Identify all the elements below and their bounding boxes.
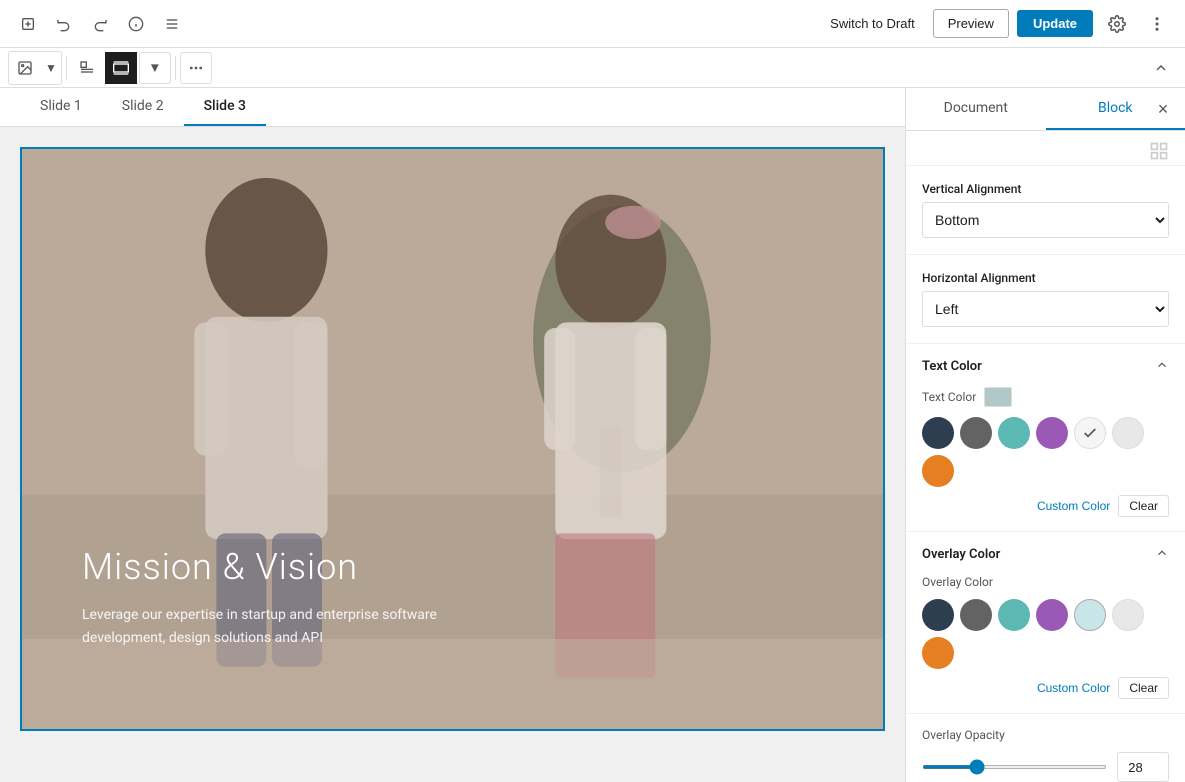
more-options-button[interactable] [1141,8,1173,40]
text-color-label-row: Text Color [922,387,1169,407]
overlay-swatch-orange[interactable] [922,637,954,669]
vertical-alignment-select[interactable]: Top Center Bottom [922,202,1169,238]
text-color-clear-btn[interactable]: Clear [1118,495,1169,517]
toolbar-divider-2 [175,56,176,80]
slide-image-container: Mission & Vision Leverage our expertise … [22,149,883,729]
text-swatch-orange[interactable] [922,455,954,487]
close-icon: × [1158,99,1169,120]
slide-text-overlay: Mission & Vision Leverage our expertise … [82,546,502,649]
tab-document[interactable]: Document [906,88,1046,130]
overlay-opacity-slider[interactable] [922,765,1107,769]
update-button[interactable]: Update [1017,10,1093,37]
editor-area: Slide 1 Slide 2 Slide 3 [0,88,905,782]
overlay-swatch-light-teal[interactable] [1074,599,1106,631]
overlay-color-header: Overlay Color [922,546,1169,563]
toolbar-divider-1 [66,56,67,80]
overlay-color-section: Overlay Color Overlay Color [906,532,1185,714]
slide-tab-1[interactable]: Slide 1 [20,88,102,126]
sidebar-close-button[interactable]: × [1149,95,1177,123]
text-color-section: Text Color Text Color [906,344,1185,532]
slide-title: Mission & Vision [82,546,502,588]
horizontal-alignment-label: Horizontal Alignment [922,271,1169,285]
text-color-section-title: Text Color [922,359,982,374]
block-options-btn[interactable] [180,52,212,84]
overlay-color-swatches [922,599,1169,669]
overlay-color-label-row: Overlay Color [922,575,1169,589]
slide-tabs: Slide 1 Slide 2 Slide 3 [0,88,905,127]
slide-content: Mission & Vision Leverage our expertise … [20,147,885,731]
top-toolbar: Switch to Draft Preview Update [0,0,1185,48]
overlay-opacity-label: Overlay Opacity [922,728,1169,742]
text-color-label: Text Color [922,390,976,404]
collapse-toolbar-btn[interactable] [1145,52,1177,84]
sidebar-tabs: Document Block × [906,88,1185,131]
text-swatch-white[interactable] [1112,417,1144,449]
vertical-alignment-section: Vertical Alignment Top Center Bottom [906,166,1185,255]
sidebar-content: Vertical Alignment Top Center Bottom Hor… [906,131,1185,782]
overlay-color-clear-btn[interactable]: Clear [1118,677,1169,699]
slide-background: Mission & Vision Leverage our expertise … [22,149,883,729]
overlay-opacity-row [922,752,1169,782]
text-color-header: Text Color [922,358,1169,375]
add-block-button[interactable] [12,8,44,40]
redo-button[interactable] [84,8,116,40]
horizontal-alignment-section: Horizontal Alignment Left Center Right [906,255,1185,344]
top-right-actions: Switch to Draft Preview Update [820,8,1173,40]
block-toolbar: ▼ ▼ [0,48,1185,88]
text-color-custom-row: Custom Color Clear [922,495,1169,517]
overlay-swatch-teal[interactable] [998,599,1030,631]
undo-button[interactable] [48,8,80,40]
text-swatch-dark-blue[interactable] [922,417,954,449]
overlay-color-label: Overlay Color [922,575,993,589]
text-swatch-teal[interactable] [998,417,1030,449]
preview-button[interactable]: Preview [933,9,1009,38]
overlay-swatch-white[interactable] [1112,599,1144,631]
align-none-btn[interactable] [71,52,103,84]
overlay-swatch-gray[interactable] [960,599,992,631]
text-swatch-gray[interactable] [960,417,992,449]
main-area: Slide 1 Slide 2 Slide 3 [0,88,1185,782]
text-color-preview[interactable] [984,387,1012,407]
slide-tab-2[interactable]: Slide 2 [102,88,184,126]
vertical-alignment-label: Vertical Alignment [922,182,1169,196]
overlay-color-custom-row: Custom Color Clear [922,677,1169,699]
overlay-opacity-input[interactable] [1117,752,1169,782]
info-button[interactable] [120,8,152,40]
horizontal-alignment-select[interactable]: Left Center Right [922,291,1169,327]
overlay-color-section-title: Overlay Color [922,547,1000,562]
overlay-color-collapse-btn[interactable] [1155,546,1169,563]
list-view-button[interactable] [156,8,188,40]
overlay-opacity-section: Overlay Opacity [906,714,1185,782]
image-block-btn[interactable] [9,52,41,84]
text-swatch-check[interactable] [1074,417,1106,449]
switch-to-draft-button[interactable]: Switch to Draft [820,10,925,37]
text-color-swatches [922,417,1169,487]
align-more-btn[interactable]: ▼ [139,52,171,84]
slide-tab-3[interactable]: Slide 3 [184,88,266,126]
text-swatch-purple[interactable] [1036,417,1068,449]
text-custom-color-btn[interactable]: Custom Color [1037,499,1110,513]
right-sidebar: Document Block × Vertical Alignment Top … [905,88,1185,782]
overlay-swatch-dark-blue[interactable] [922,599,954,631]
settings-button[interactable] [1101,8,1133,40]
block-type-group: ▼ [8,51,62,85]
overlay-custom-color-btn[interactable]: Custom Color [1037,681,1110,695]
align-wide-btn[interactable] [105,52,137,84]
overlay-swatch-purple[interactable] [1036,599,1068,631]
slide-body: Leverage our expertise in startup and en… [82,604,502,649]
text-color-collapse-btn[interactable] [1155,358,1169,375]
